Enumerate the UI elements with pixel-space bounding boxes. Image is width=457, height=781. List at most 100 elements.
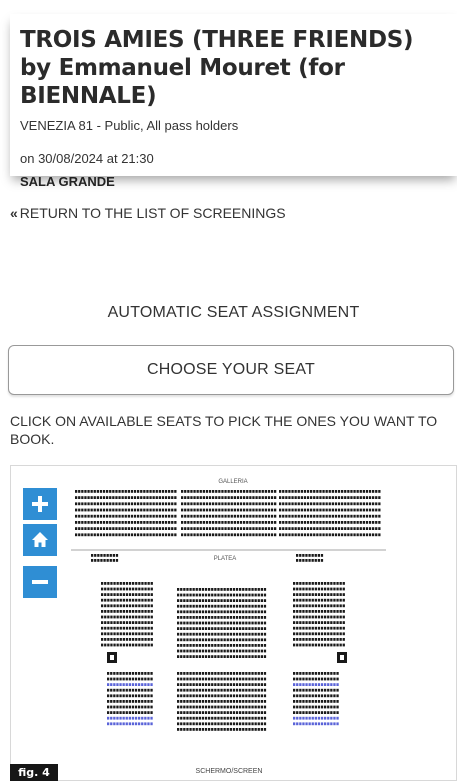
seat[interactable]	[180, 716, 183, 720]
seat[interactable]	[353, 514, 356, 518]
seat[interactable]	[177, 644, 180, 647]
seat[interactable]	[317, 621, 321, 624]
seat[interactable]	[308, 672, 311, 675]
seat[interactable]	[101, 626, 104, 630]
seat[interactable]	[296, 554, 299, 557]
seat[interactable]	[180, 621, 183, 625]
seat[interactable]	[224, 490, 227, 493]
seat[interactable]	[261, 521, 264, 524]
seat[interactable]	[260, 593, 263, 597]
seat[interactable]	[177, 700, 180, 703]
seat[interactable]	[252, 514, 255, 518]
seat[interactable]	[125, 604, 129, 608]
seat[interactable]	[121, 508, 124, 512]
seat[interactable]	[255, 527, 258, 530]
seat[interactable]	[177, 722, 180, 726]
seat[interactable]	[110, 615, 113, 619]
seat[interactable]	[362, 514, 365, 518]
seat[interactable]	[218, 533, 221, 537]
seat[interactable]	[239, 700, 242, 703]
seat[interactable]	[190, 508, 193, 512]
seat[interactable]	[128, 672, 131, 675]
seat[interactable]	[101, 587, 104, 591]
seat[interactable]	[226, 593, 229, 597]
seat[interactable]	[249, 508, 252, 512]
seat[interactable]	[189, 722, 192, 726]
seat[interactable]	[202, 496, 205, 499]
seat[interactable]	[125, 711, 128, 714]
seat[interactable]	[208, 672, 211, 675]
seat[interactable]	[220, 711, 223, 714]
seat[interactable]	[368, 496, 372, 499]
seat[interactable]	[202, 521, 205, 524]
seat[interactable]	[333, 604, 336, 608]
seat[interactable]	[189, 593, 192, 597]
seat[interactable]	[87, 508, 90, 512]
seat[interactable]	[189, 716, 192, 720]
seat[interactable]	[359, 496, 362, 499]
seat[interactable]	[113, 672, 116, 675]
seat[interactable]	[208, 716, 211, 720]
seat[interactable]	[331, 514, 334, 518]
seat[interactable]	[229, 593, 232, 597]
seat[interactable]	[113, 604, 116, 608]
seat[interactable]	[322, 508, 325, 512]
seat[interactable]	[242, 688, 245, 692]
seat[interactable]	[232, 728, 236, 731]
seat[interactable]	[204, 610, 208, 614]
seat[interactable]	[327, 604, 330, 608]
seat[interactable]	[223, 604, 226, 608]
seat[interactable]	[119, 694, 122, 698]
seat[interactable]	[344, 496, 347, 499]
seat[interactable]	[137, 502, 140, 506]
seat[interactable]	[198, 711, 201, 714]
seat[interactable]	[260, 728, 263, 731]
seat[interactable]	[107, 672, 110, 675]
seat[interactable]	[106, 527, 109, 530]
seat[interactable]	[211, 593, 214, 597]
seat[interactable]	[198, 694, 201, 698]
seat[interactable]	[254, 610, 257, 614]
seat[interactable]	[327, 700, 330, 703]
seat[interactable]	[333, 610, 336, 613]
seat[interactable]	[311, 672, 314, 675]
seat[interactable]	[232, 644, 236, 647]
seat[interactable]	[193, 502, 196, 506]
seat[interactable]	[109, 496, 112, 499]
seat[interactable]	[226, 621, 229, 625]
seat[interactable]	[306, 508, 310, 512]
seat[interactable]	[135, 598, 138, 602]
seat[interactable]	[257, 644, 260, 647]
seat[interactable]	[330, 621, 333, 624]
seat[interactable]	[138, 722, 141, 726]
seat[interactable]	[294, 490, 297, 493]
seat[interactable]	[186, 688, 189, 692]
seat[interactable]	[341, 490, 344, 493]
seat[interactable]	[195, 700, 198, 703]
seat[interactable]	[311, 632, 314, 636]
seat[interactable]	[327, 672, 330, 675]
seat[interactable]	[270, 527, 274, 530]
seat[interactable]	[116, 683, 119, 686]
seat[interactable]	[293, 705, 296, 709]
seat[interactable]	[112, 559, 115, 562]
seat[interactable]	[324, 700, 327, 703]
seat[interactable]	[336, 621, 339, 624]
seat[interactable]	[217, 694, 220, 698]
seat[interactable]	[214, 644, 217, 647]
seat[interactable]	[177, 716, 180, 720]
seat[interactable]	[90, 502, 93, 506]
seat[interactable]	[118, 496, 121, 499]
seat[interactable]	[195, 728, 198, 731]
seat[interactable]	[226, 616, 229, 619]
seat[interactable]	[192, 683, 195, 686]
seat[interactable]	[229, 722, 232, 726]
seat[interactable]	[190, 496, 193, 499]
seat[interactable]	[177, 683, 180, 686]
seat[interactable]	[339, 593, 342, 596]
seat[interactable]	[201, 722, 205, 726]
seat[interactable]	[192, 705, 195, 709]
seat[interactable]	[204, 616, 208, 619]
seat[interactable]	[138, 582, 141, 585]
seat[interactable]	[342, 598, 345, 602]
